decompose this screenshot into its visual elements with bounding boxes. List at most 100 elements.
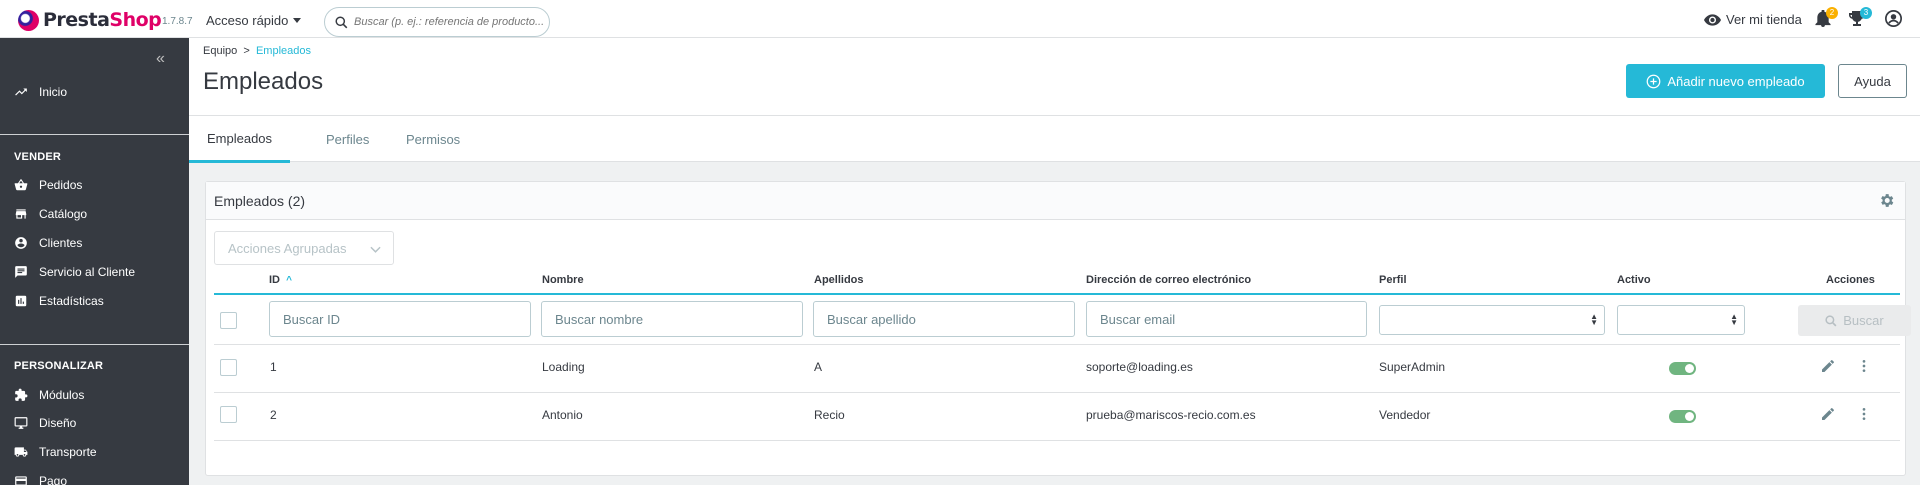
view-store-label: Ver mi tienda — [1726, 12, 1802, 27]
column-header-label: ID — [269, 274, 280, 286]
edit-pencil-icon[interactable] — [1820, 406, 1836, 422]
gear-icon[interactable] — [1878, 192, 1895, 209]
tabs-bar: Empleados Perfiles Permisos — [189, 115, 1920, 163]
column-header-lastname[interactable]: Apellidos — [814, 274, 864, 286]
sidebar-item-home[interactable]: Inicio — [14, 85, 67, 99]
prestashop-logo-icon — [18, 9, 39, 31]
sort-asc-icon: ^ — [286, 275, 292, 286]
sidebar-item-label: Clientes — [39, 236, 83, 250]
sidebar-item-design[interactable]: Diseño — [14, 416, 76, 430]
basket-icon — [14, 179, 28, 191]
column-header-profile[interactable]: Perfil — [1379, 274, 1407, 286]
edit-pencil-icon[interactable] — [1820, 358, 1836, 374]
sidebar-item-label: Transporte — [39, 445, 97, 459]
card-header: Empleados (2) — [206, 182, 1905, 220]
filter-active-select[interactable]: ▲ ▼ — [1617, 305, 1745, 335]
filter-profile-select[interactable]: ▲ ▼ — [1379, 305, 1605, 335]
select-arrows-icon: ▲ ▼ — [1730, 312, 1738, 327]
sidebar-item-label: Diseño — [39, 416, 77, 430]
search-icon — [335, 15, 348, 28]
sidebar-item-payment[interactable]: Pago — [14, 474, 67, 485]
sidebar-section-customize: PERSONALIZAR — [14, 360, 104, 372]
credit-card-icon — [15, 476, 27, 485]
collapse-sidebar-icon[interactable]: « — [156, 50, 165, 68]
breadcrumb-parent[interactable]: Equipo — [203, 45, 237, 57]
page-title: Empleados — [203, 68, 324, 95]
sidebar-item-label: Catálogo — [39, 207, 88, 221]
breadcrumb: Equipo > Empleados — [203, 45, 311, 57]
quick-access-dropdown[interactable]: Acceso rápido — [206, 13, 302, 28]
sidebar-item-catalog[interactable]: Catálogo — [14, 207, 87, 221]
filter-lastname-input[interactable]: Buscar apellido — [813, 301, 1075, 337]
sidebar-item-label: Inicio — [39, 85, 68, 99]
more-vertical-icon[interactable] — [1856, 406, 1872, 422]
chat-icon — [15, 266, 27, 278]
breadcrumb-separator: > — [243, 45, 250, 57]
row-checkbox[interactable] — [220, 406, 237, 423]
breadcrumb-current[interactable]: Empleados — [256, 45, 311, 57]
trending-up-icon — [15, 88, 27, 96]
sidebar-divider — [0, 344, 189, 345]
caret-down-icon — [293, 18, 302, 23]
bulk-actions-label: Acciones Agrupadas — [228, 240, 347, 256]
filter-search-label: Buscar — [1843, 313, 1884, 328]
select-arrows-icon: ▲ ▼ — [1590, 312, 1598, 327]
prestashop-logo[interactable]: PrestaShop — [18, 9, 162, 31]
tab-employees[interactable]: Empleados — [189, 116, 291, 163]
header-search-input[interactable] — [354, 16, 544, 28]
table-header-underline — [214, 293, 1900, 295]
notifications-button[interactable]: 2 — [1815, 7, 1838, 28]
header-search — [324, 7, 550, 37]
active-toggle[interactable] — [1669, 362, 1696, 375]
help-button[interactable]: Ayuda — [1838, 64, 1907, 98]
sidebar: « Inicio VENDER Pedidos Catálogo Cliente… — [0, 38, 189, 485]
sidebar-item-label: Pedidos — [39, 178, 83, 192]
filter-name-input[interactable]: Buscar nombre — [541, 301, 803, 337]
cell-profile: Vendedor — [1379, 408, 1431, 422]
column-header-active[interactable]: Activo — [1617, 274, 1651, 286]
sidebar-section-sell: VENDER — [14, 151, 62, 163]
filter-id-input[interactable]: Buscar ID — [269, 301, 531, 337]
view-store-link[interactable]: Ver mi tienda — [1704, 12, 1802, 27]
cell-lastname: A — [814, 360, 823, 374]
cell-profile: SuperAdmin — [1379, 360, 1446, 374]
bulk-actions-dropdown[interactable]: Acciones Agrupadas — [214, 231, 394, 265]
top-header: PrestaShop 1.7.8.7 Acceso rápido Ver mi … — [0, 0, 1920, 38]
row-divider — [214, 392, 1900, 393]
sidebar-item-label: Módulos — [39, 388, 85, 402]
column-header-id[interactable]: ID ^ — [269, 274, 292, 286]
add-employee-button[interactable]: Añadir nuevo empleado — [1626, 64, 1825, 98]
active-toggle[interactable] — [1669, 410, 1696, 423]
column-header-actions: Acciones — [1826, 274, 1875, 286]
row-checkbox[interactable] — [220, 359, 237, 376]
sidebar-item-shipping[interactable]: Transporte — [14, 445, 97, 459]
employees-card: Empleados (2) Acciones Agrupadas ID ^ No… — [205, 181, 1911, 476]
search-icon — [1825, 314, 1837, 326]
orders-notification-button[interactable]: 3 — [1849, 7, 1872, 28]
sidebar-item-customer-service[interactable]: Servicio al Cliente — [14, 265, 135, 279]
sidebar-item-customers[interactable]: Clientes — [14, 236, 82, 250]
select-all-checkbox[interactable] — [220, 312, 237, 329]
version-label: 1.7.8.7 — [162, 16, 193, 27]
row-divider — [214, 344, 1900, 345]
orders-badge: 3 — [1860, 7, 1872, 19]
page-toolbar: Equipo > Empleados Empleados Añadir nuev… — [189, 38, 1920, 115]
sidebar-item-stats[interactable]: Estadísticas — [14, 294, 104, 308]
sidebar-item-modules[interactable]: Módulos — [14, 388, 84, 402]
tab-permissions[interactable]: Permisos — [388, 116, 478, 163]
sidebar-item-orders[interactable]: Pedidos — [14, 178, 82, 192]
monitor-icon — [14, 417, 28, 429]
tab-profiles[interactable]: Perfiles — [308, 116, 387, 163]
cell-email: soporte@loading.es — [1086, 360, 1193, 374]
column-header-email[interactable]: Dirección de correo electrónico — [1086, 274, 1251, 286]
cell-id: 2 — [270, 408, 277, 422]
cell-name: Antonio — [542, 408, 583, 422]
filter-search-button[interactable]: Buscar — [1798, 305, 1911, 336]
cell-lastname: Recio — [814, 408, 845, 422]
row-divider — [214, 440, 1900, 441]
column-header-name[interactable]: Nombre — [542, 274, 584, 286]
account-button[interactable] — [1885, 10, 1903, 28]
more-vertical-icon[interactable] — [1856, 358, 1872, 374]
bar-chart-icon — [15, 295, 27, 307]
filter-email-input[interactable]: Buscar email — [1086, 301, 1367, 337]
